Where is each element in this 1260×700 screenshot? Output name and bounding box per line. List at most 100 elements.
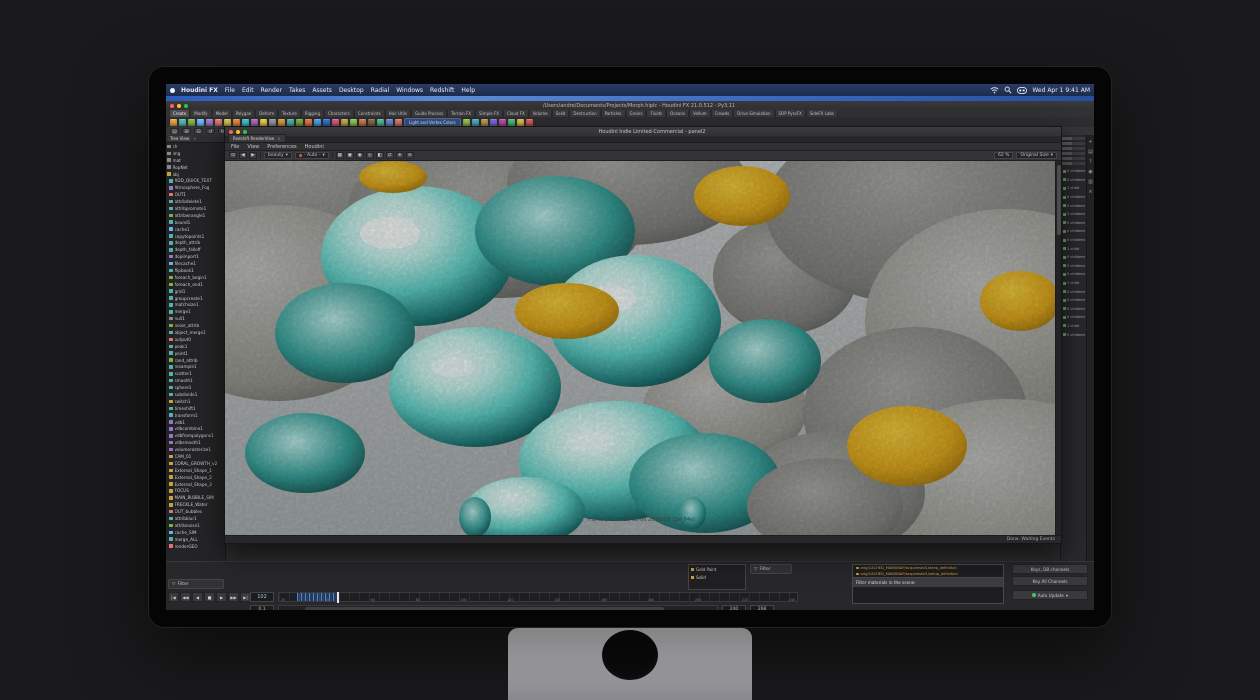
tree-node-item[interactable]: cache1 xyxy=(166,226,225,233)
network-node-row[interactable]: 2 children xyxy=(1061,210,1086,219)
tree-view-tab[interactable]: Tree View xyxy=(168,136,191,141)
menubar-item[interactable]: Edit xyxy=(242,87,254,94)
close-window-button[interactable] xyxy=(170,104,174,108)
tree-node-item[interactable]: CORAL_GROWTH_v2 xyxy=(166,460,225,467)
tree-node-item[interactable]: FRECKLE_Water xyxy=(166,501,225,508)
tree-node-item[interactable]: point1 xyxy=(166,350,225,357)
network-node-row[interactable]: 0 children xyxy=(1061,227,1086,236)
step-forward-button[interactable]: ▶▶ xyxy=(228,592,239,602)
tree-node-item[interactable]: External_Shape_1 xyxy=(166,467,225,474)
subdivide-tool-icon[interactable] xyxy=(472,119,479,126)
camera-tool-icon[interactable] xyxy=(269,119,276,126)
alpha-icon[interactable]: ◎ xyxy=(366,152,374,159)
layout-icon[interactable]: ▤ xyxy=(1088,149,1093,155)
rbd-tool-icon[interactable] xyxy=(341,119,348,126)
shelf-tab[interactable]: Guide Process xyxy=(411,110,447,117)
tree-node-item[interactable]: External_Shape_2 xyxy=(166,474,225,481)
grid-icon[interactable]: ▦ xyxy=(336,152,344,159)
open-icon[interactable]: ▤ xyxy=(170,128,179,134)
tree-node-item[interactable]: OUT1 xyxy=(166,191,225,198)
menubar-item[interactable]: Redshift xyxy=(430,87,454,94)
tree-node-item[interactable]: Atmosphere_Fog xyxy=(166,184,225,191)
rgb-icon[interactable]: ◉ xyxy=(356,152,364,159)
key-all-channels-button[interactable]: Key All Channels xyxy=(1012,576,1088,586)
mirror-tool-icon[interactable] xyxy=(463,119,470,126)
shelf-tab[interactable]: SideFX Labs xyxy=(806,110,838,117)
split-icon[interactable]: ◧ xyxy=(376,152,384,159)
control-center-icon[interactable] xyxy=(1017,87,1027,94)
render-view-menu-item[interactable]: View xyxy=(247,144,259,150)
network-node-row[interactable]: 1 child xyxy=(1061,322,1086,331)
tree-node-item[interactable]: timeshift1 xyxy=(166,405,225,412)
aov-select[interactable]: beauty ▾ xyxy=(264,152,292,159)
grid-tool-icon[interactable] xyxy=(206,119,213,126)
smooth-tool-icon[interactable] xyxy=(481,119,488,126)
tree-node-item[interactable]: attribwrangle1 xyxy=(166,212,225,219)
snapshot-mode-select[interactable]: - Auto - ▾ xyxy=(295,152,329,159)
render-view-menu-item[interactable]: Houdini xyxy=(305,144,324,150)
shelf-tab[interactable]: Crowds xyxy=(711,110,734,117)
network-node-row[interactable]: 0 children xyxy=(1061,287,1086,296)
menubar-item[interactable]: Windows xyxy=(396,87,423,94)
tree-node-item[interactable]: sphere1 xyxy=(166,384,225,391)
tree-node-item[interactable]: foreach_begin1 xyxy=(166,274,225,281)
network-node-row[interactable]: 0 children xyxy=(1061,176,1086,185)
tree-node-item[interactable]: attribdelete1 xyxy=(166,198,225,205)
compare-icon[interactable]: ⇄ xyxy=(386,152,394,159)
curve-tool-icon[interactable] xyxy=(215,119,222,126)
tree-node-item[interactable]: MAIN_BUBBLE_SIM xyxy=(166,494,225,501)
menubar-item[interactable]: Assets xyxy=(312,87,332,94)
timeline-scrubber[interactable]: 20406080100120140160180200220240 xyxy=(278,592,798,602)
shelf-tab[interactable]: Destruction xyxy=(569,110,600,117)
shelf-tab[interactable]: Characters xyxy=(324,110,354,117)
close-tab-icon[interactable]: × xyxy=(193,136,196,141)
scrollbar-thumb[interactable] xyxy=(1057,165,1061,235)
crowd-tool-icon[interactable] xyxy=(359,119,366,126)
tree-node-item[interactable]: mat xyxy=(166,157,225,164)
tree-node-item[interactable]: peak1 xyxy=(166,343,225,350)
tree-node-item[interactable]: matchsize1 xyxy=(166,301,225,308)
menubar-item[interactable]: Help xyxy=(461,87,475,94)
light-tool-icon[interactable] xyxy=(260,119,267,126)
tree-node-item[interactable]: renderGEO xyxy=(166,543,225,550)
network-node-row[interactable]: 0 children xyxy=(1061,262,1086,271)
zoom-out-icon[interactable]: ⊖ xyxy=(406,152,414,159)
noise-tool-icon[interactable] xyxy=(490,119,497,126)
menubar-item[interactable]: Takes xyxy=(289,87,305,94)
shelf-tab[interactable]: Modify xyxy=(190,110,211,117)
vdb-tool-icon[interactable] xyxy=(499,119,506,126)
tree-node-item[interactable]: attribnoise1 xyxy=(166,522,225,529)
render-view-menu-item[interactable]: Preferences xyxy=(267,144,296,150)
shelf-tab[interactable]: Terrain FX xyxy=(447,110,475,117)
shelf-tab[interactable]: Fluids xyxy=(646,110,666,117)
tree-node-item[interactable]: bound1 xyxy=(166,219,225,226)
tree-node-item[interactable]: vdb1 xyxy=(166,419,225,426)
range-slider[interactable] xyxy=(278,605,718,610)
shelf-tab[interactable]: Simple FX xyxy=(475,110,503,117)
shelf-tab[interactable]: Vellum xyxy=(689,110,711,117)
close-tab-icon[interactable]: × xyxy=(277,136,280,141)
box-tool-icon[interactable] xyxy=(170,119,177,126)
network-node-row[interactable]: 0 children xyxy=(1061,330,1086,339)
timeline-filter-field[interactable]: ▽ Filter xyxy=(168,579,224,589)
range-start-field[interactable]: 0.1 xyxy=(250,605,274,610)
cloth-tool-icon[interactable] xyxy=(296,119,303,126)
render-tool-icon[interactable] xyxy=(526,119,533,126)
network-node-row[interactable]: 0 children xyxy=(1061,167,1086,176)
network-node-row[interactable]: 0 children xyxy=(1061,313,1086,322)
tree-node-item[interactable]: FOCUS xyxy=(166,488,225,495)
network-node-row[interactable]: 0 children xyxy=(1061,253,1086,262)
close-icon[interactable]: × xyxy=(1088,189,1092,195)
network-node-row[interactable]: 0 children xyxy=(1061,270,1086,279)
lsystem-tool-icon[interactable] xyxy=(242,119,249,126)
next-snapshot-icon[interactable]: ▶ xyxy=(249,152,257,159)
close-window-button[interactable] xyxy=(229,130,233,134)
tree-node-item[interactable]: transform1 xyxy=(166,412,225,419)
shelf-tab[interactable]: Create xyxy=(169,110,190,117)
tree-node-item[interactable]: foreach_end1 xyxy=(166,281,225,288)
snapshot-icon[interactable]: ⊡ xyxy=(229,152,237,159)
tree-node-item[interactable]: noise_attrib xyxy=(166,322,225,329)
scatter-tool-icon[interactable] xyxy=(377,119,384,126)
network-node-row[interactable]: 1 child xyxy=(1061,244,1086,253)
shelf-tab[interactable]: Cloud FX xyxy=(503,110,529,117)
